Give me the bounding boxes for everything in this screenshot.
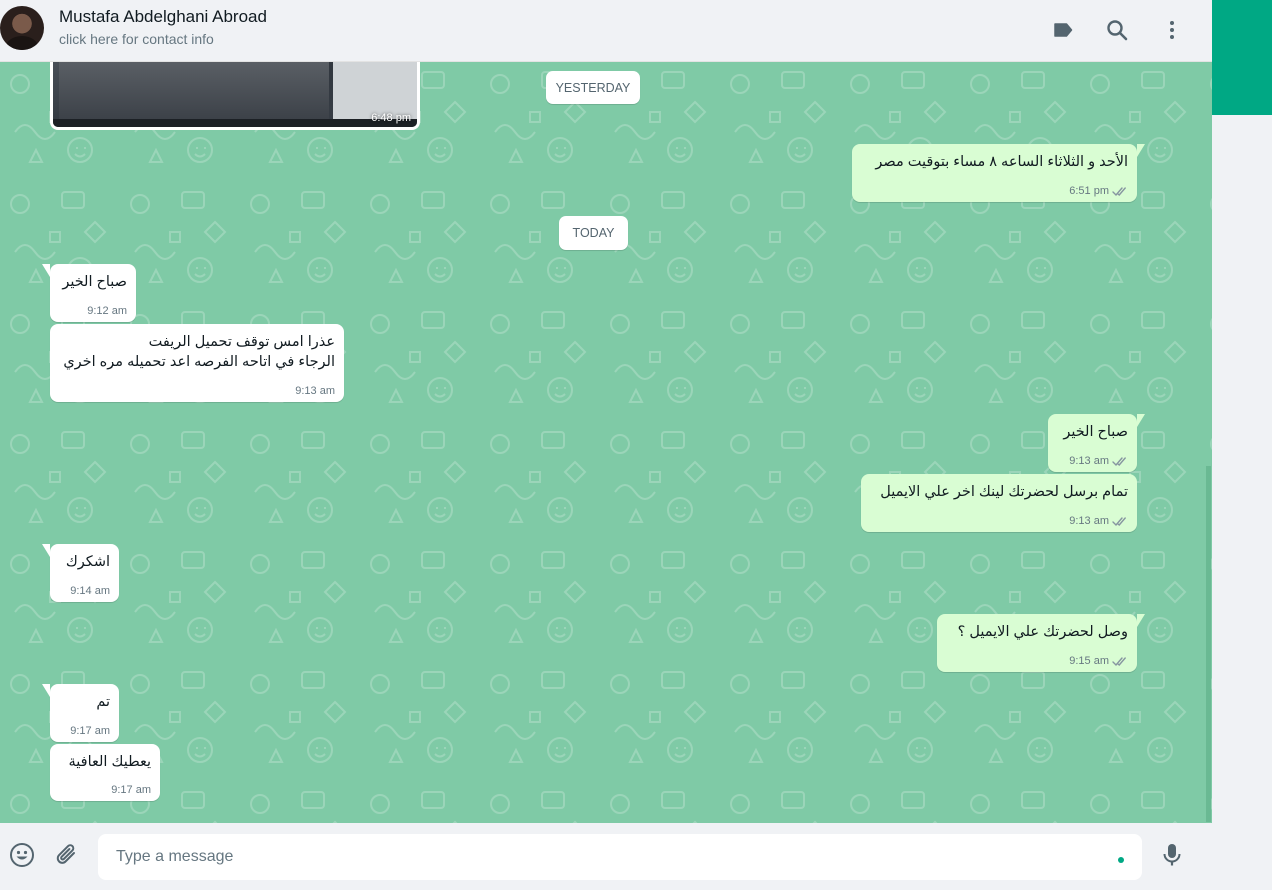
status-dot (1118, 857, 1124, 863)
avatar[interactable] (0, 6, 44, 50)
message-time: 6:51 pm (1069, 185, 1109, 197)
message-time: 9:15 am (1069, 655, 1109, 667)
compose-bar (0, 823, 1212, 890)
date-divider-today: TODAY (559, 216, 628, 250)
emoji-icon[interactable] (7, 840, 37, 870)
accent-strip (1212, 0, 1272, 115)
message-time: 9:13 am (1069, 515, 1109, 527)
message-incoming[interactable]: صباح الخير 9:12 am (42, 264, 136, 322)
double-check-icon (1112, 516, 1126, 526)
message-incoming[interactable]: يعطيك العافية 9:17 am (50, 744, 160, 801)
contact-name[interactable]: Mustafa Abdelghani Abroad (59, 7, 267, 27)
message-time: 9:13 am (295, 385, 335, 397)
attach-icon[interactable] (52, 840, 82, 870)
message-time: 9:13 am (1069, 455, 1109, 467)
double-check-icon (1112, 186, 1126, 196)
message-input[interactable] (116, 834, 1106, 880)
message-time: 9:12 am (87, 305, 127, 317)
double-check-icon (1112, 656, 1126, 666)
mic-icon[interactable] (1157, 840, 1187, 870)
message-text: اشكرك (65, 554, 110, 570)
menu-icon[interactable] (1156, 14, 1188, 46)
contact-info-link[interactable]: click here for contact info (59, 31, 214, 47)
message-text: يعطيك العافية (68, 754, 152, 770)
message-outgoing[interactable]: وصل لحضرتك علي الايميل ؟ 9:15 am (937, 614, 1145, 672)
message-text: تمام برسل لحضرتك لينك اخر علي الايميل (880, 484, 1128, 500)
label-icon[interactable] (1047, 14, 1079, 46)
message-time: 9:17 am (70, 725, 110, 737)
chat-window: Mustafa Abdelghani Abroad click here for… (0, 0, 1212, 890)
message-outgoing[interactable]: الأحد و الثلاثاء الساعه ٨ مساء بتوقيت مص… (852, 144, 1145, 202)
double-check-icon (1112, 456, 1126, 466)
message-time: 6:48 pm (371, 112, 411, 124)
message-time: 9:14 am (70, 585, 110, 597)
message-text: صباح الخير (62, 274, 127, 290)
message-text: صباح الخير (1063, 424, 1128, 440)
message-text: وصل لحضرتك علي الايميل ؟ (957, 624, 1128, 640)
message-text: تم (96, 694, 110, 710)
search-icon[interactable] (1101, 14, 1133, 46)
message-outgoing[interactable]: صباح الخير 9:13 am (1048, 414, 1145, 472)
message-time: 9:17 am (111, 784, 151, 796)
message-list[interactable]: 6:48 pm YESTERDAY الأحد و الثلاثاء الساع… (0, 62, 1212, 823)
message-text: عذرا امس توقف تحميل الريفت الرجاء في اتا… (63, 334, 335, 370)
date-divider-yesterday: YESTERDAY (546, 71, 640, 104)
message-outgoing[interactable]: تمام برسل لحضرتك لينك اخر علي الايميل 9:… (861, 474, 1137, 532)
image-message[interactable]: 6:48 pm (50, 62, 420, 130)
scrollbar[interactable] (1206, 466, 1211, 822)
message-incoming[interactable]: عذرا امس توقف تحميل الريفت الرجاء في اتا… (50, 324, 344, 402)
side-panel (1212, 0, 1272, 890)
message-input-box[interactable] (98, 834, 1142, 880)
message-text: الأحد و الثلاثاء الساعه ٨ مساء بتوقيت مص… (875, 154, 1128, 170)
message-incoming[interactable]: اشكرك 9:14 am (42, 544, 119, 602)
message-incoming[interactable]: تم 9:17 am (42, 684, 119, 742)
chat-header[interactable]: Mustafa Abdelghani Abroad click here for… (0, 0, 1212, 62)
